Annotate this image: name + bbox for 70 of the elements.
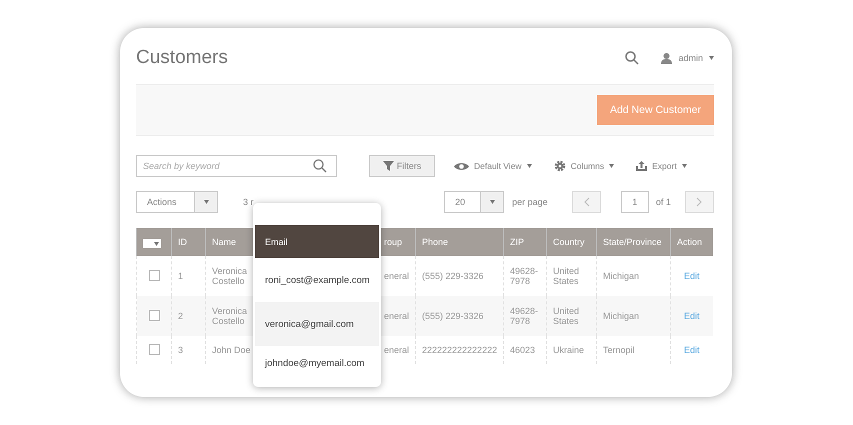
caret-icon <box>204 200 208 204</box>
caret-icon <box>682 164 687 168</box>
caret-icon <box>709 56 714 60</box>
caret-icon <box>526 164 532 168</box>
column-header[interactable]: Phone <box>416 228 504 256</box>
column-header[interactable]: Name <box>206 228 254 256</box>
caret-icon <box>490 200 495 204</box>
page-size-dropdown[interactable]: 20 <box>444 191 504 213</box>
popup-header: Email <box>255 225 379 258</box>
column-header[interactable]: roup <box>380 228 416 256</box>
column-header[interactable]: ID <box>172 228 206 256</box>
chevron-left-icon <box>583 197 590 207</box>
upload-icon <box>636 161 648 171</box>
table-cell: Veronica Costello <box>212 266 248 286</box>
filters-button[interactable]: Filters <box>369 155 435 177</box>
edit-link[interactable]: Edit <box>677 271 706 281</box>
search-field[interactable]: Search by keyword <box>136 155 337 177</box>
column-header[interactable]: State/Province <box>596 228 670 256</box>
chevron-right-icon <box>696 197 704 207</box>
actions-dropdown[interactable]: Actions <box>136 191 218 213</box>
columns-menu[interactable]: Columns <box>542 160 626 172</box>
row-checkbox[interactable] <box>148 344 160 354</box>
user-menu[interactable]: admin <box>661 52 714 64</box>
caret-icon <box>609 164 614 168</box>
records-count: 3 r <box>243 197 255 207</box>
next-page-button[interactable] <box>685 191 714 213</box>
column-header[interactable]: ZIP <box>504 228 546 256</box>
search-icon[interactable] <box>313 159 327 173</box>
search-icon[interactable] <box>625 51 640 65</box>
table-cell: 2 <box>178 311 184 321</box>
table-cell: 3 <box>178 345 184 355</box>
column-header[interactable]: Country <box>546 228 596 256</box>
table-cell: Michigan <box>603 311 640 321</box>
eye-icon <box>454 162 469 170</box>
row-checkbox[interactable] <box>148 270 160 280</box>
view-menu[interactable]: Default View <box>443 161 543 171</box>
email-item[interactable]: veronica@gmail.com <box>255 302 379 346</box>
caret-icon <box>154 242 159 246</box>
select-all-checkbox[interactable] <box>143 239 161 248</box>
table-cell: Veronica Costello <box>212 306 248 326</box>
page-title: Customers <box>136 47 229 69</box>
per-page-label: per page <box>512 197 549 207</box>
table-cell: 222222222222222 <box>422 345 498 355</box>
table-cell: eneral <box>384 345 410 355</box>
table-cell: United States <box>553 306 580 326</box>
table-cell: 46023 <box>510 345 536 355</box>
filter-icon <box>382 161 394 171</box>
table-cell: John Doe <box>212 345 251 355</box>
export-menu[interactable]: Export <box>625 161 698 171</box>
table-cell: 49628-7978 <box>510 266 538 286</box>
row-checkbox[interactable] <box>148 310 160 320</box>
table-cell: eneral <box>384 311 410 321</box>
gear-icon <box>554 160 566 172</box>
page-field[interactable]: 1 <box>620 191 649 213</box>
table-cell: United States <box>553 266 580 286</box>
column-header[interactable]: Action <box>670 228 712 256</box>
table-cell: Ternopil <box>603 345 635 355</box>
table-cell: eneral <box>384 271 410 281</box>
previous-page-button[interactable] <box>572 191 601 213</box>
table-cell: 49628-7978 <box>510 306 538 326</box>
table-cell: 1 <box>178 271 184 281</box>
table-cell: Michigan <box>603 271 640 281</box>
edit-link[interactable]: Edit <box>677 311 706 321</box>
table-cell: (555) 229-3326 <box>422 271 484 281</box>
user-icon <box>661 52 672 64</box>
table-cell: Ukraine <box>553 345 584 355</box>
add-customer-button[interactable]: Add New Customer <box>596 95 714 125</box>
table-cell: (555) 229-3326 <box>422 311 484 321</box>
edit-link[interactable]: Edit <box>677 345 706 355</box>
page-count: of 1 <box>656 197 672 207</box>
